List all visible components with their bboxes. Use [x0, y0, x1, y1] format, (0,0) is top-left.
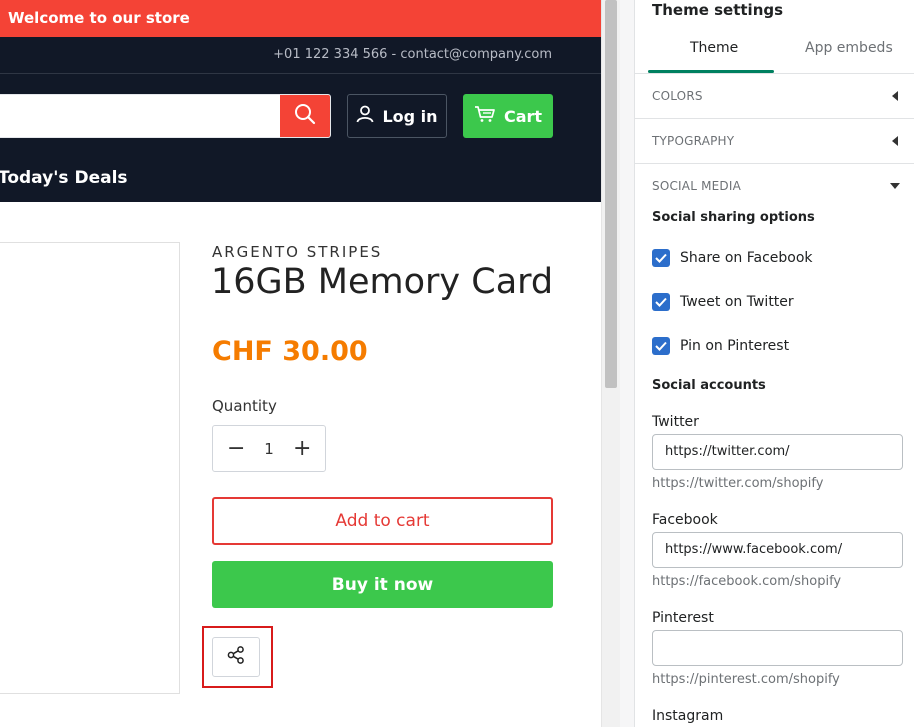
caret-left-icon[interactable] — [892, 91, 898, 101]
section-colors[interactable]: COLORS — [652, 89, 703, 103]
section-typography[interactable]: TYPOGRAPHY — [652, 134, 734, 148]
pin-pinterest-label: Pin on Pinterest — [680, 338, 790, 354]
quantity-stepper[interactable]: − 1 + — [212, 425, 326, 472]
quantity-decrease-button[interactable]: − — [227, 437, 245, 460]
store-preview: Welcome to our store +01 122 334 566 - c… — [0, 0, 601, 727]
search-button[interactable] — [280, 95, 330, 137]
share-button[interactable] — [212, 637, 260, 677]
checkbox-checked-icon[interactable] — [652, 293, 670, 311]
search-input[interactable] — [0, 94, 331, 138]
tweet-twitter-label: Tweet on Twitter — [680, 294, 794, 310]
share-icon — [226, 645, 246, 669]
cart-button[interactable]: Cart — [463, 94, 553, 138]
buy-now-button[interactable]: Buy it now — [212, 561, 553, 608]
section-social-media[interactable]: SOCIAL MEDIA — [652, 179, 741, 193]
twitter-input[interactable]: https://twitter.com/ — [652, 434, 903, 470]
divider — [635, 163, 914, 164]
facebook-help: https://facebook.com/shopify — [652, 574, 842, 589]
panel-title: Theme settings — [652, 1, 784, 19]
social-accounts-heading: Social accounts — [652, 378, 766, 393]
sharing-options-heading: Social sharing options — [652, 210, 815, 225]
product-image — [0, 242, 180, 694]
pin-pinterest-option[interactable]: Pin on Pinterest — [652, 337, 789, 355]
facebook-input[interactable]: https://www.facebook.com/ — [652, 532, 903, 568]
share-facebook-option[interactable]: Share on Facebook — [652, 249, 813, 267]
theme-settings-panel: Theme settings Theme App embeds COLORS T… — [634, 0, 914, 727]
instagram-label: Instagram — [652, 708, 724, 724]
product-vendor: ARGENTO STRIPES — [212, 243, 383, 261]
tweet-twitter-option[interactable]: Tweet on Twitter — [652, 293, 794, 311]
preview-scrollbar[interactable] — [601, 0, 620, 727]
panel-gutter — [620, 0, 634, 727]
store-header: +01 122 334 566 - contact@company.com Lo… — [0, 37, 601, 202]
nav-item-todays-deals[interactable]: Today's Deals — [0, 168, 128, 188]
divider — [635, 118, 914, 119]
checkbox-checked-icon[interactable] — [652, 337, 670, 355]
twitter-label: Twitter — [652, 414, 699, 430]
product-title: 16GB Memory Card — [211, 262, 554, 302]
twitter-help: https://twitter.com/shopify — [652, 476, 824, 491]
pinterest-help: https://pinterest.com/shopify — [652, 672, 840, 687]
caret-down-icon[interactable] — [890, 183, 900, 189]
facebook-label: Facebook — [652, 512, 718, 528]
cart-icon — [474, 105, 496, 127]
tab-theme[interactable]: Theme — [690, 40, 738, 56]
tab-app-embeds[interactable]: App embeds — [805, 40, 893, 56]
add-to-cart-button[interactable]: Add to cart — [212, 497, 553, 545]
caret-left-icon[interactable] — [892, 136, 898, 146]
quantity-label: Quantity — [212, 397, 277, 415]
login-label: Log in — [382, 106, 438, 126]
preview-scrollbar-thumb[interactable] — [605, 0, 617, 388]
quantity-value[interactable]: 1 — [264, 440, 274, 458]
cart-label: Cart — [503, 106, 543, 126]
pinterest-input[interactable] — [652, 630, 903, 666]
divider — [635, 73, 914, 74]
contact-info: +01 122 334 566 - contact@company.com — [273, 47, 552, 62]
checkbox-checked-icon[interactable] — [652, 249, 670, 267]
user-icon — [356, 105, 374, 127]
pinterest-label: Pinterest — [652, 610, 714, 626]
announcement-bar: Welcome to our store — [0, 0, 601, 37]
login-button[interactable]: Log in — [347, 94, 447, 138]
quantity-increase-button[interactable]: + — [293, 437, 311, 460]
product-price: CHF 30.00 — [212, 336, 368, 367]
header-divider — [0, 73, 601, 74]
search-icon — [294, 103, 316, 129]
share-facebook-label: Share on Facebook — [680, 250, 813, 266]
